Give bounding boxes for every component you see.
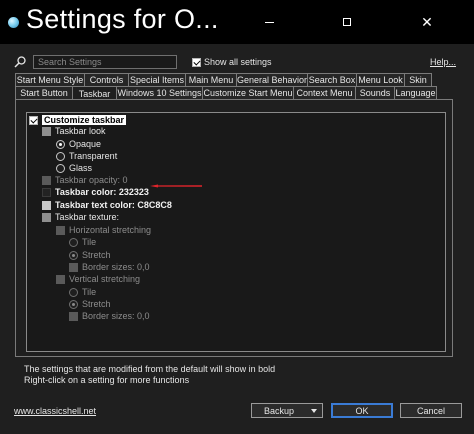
tree-item-taskbar-opacity[interactable]: Taskbar opacity: 0 bbox=[42, 174, 128, 186]
tree-item-vertical-stretching[interactable]: Vertical stretching bbox=[56, 273, 140, 285]
taskbar-texture-label: Taskbar texture: bbox=[55, 212, 120, 222]
vertical-stretching-label: Vertical stretching bbox=[69, 274, 141, 284]
search-icon[interactable] bbox=[13, 55, 27, 69]
ok-button[interactable]: OK bbox=[331, 403, 393, 418]
backup-button[interactable]: Backup bbox=[251, 403, 323, 418]
tree-item-transparent[interactable]: Transparent bbox=[56, 150, 117, 162]
tab-start-button[interactable]: Start Button bbox=[15, 86, 73, 99]
transparent-radio[interactable] bbox=[56, 151, 65, 161]
tab-search-box[interactable]: Search Box bbox=[307, 73, 357, 86]
glass-label: Glass bbox=[69, 163, 93, 173]
opaque-radio[interactable] bbox=[56, 139, 65, 149]
tab-start-menu-style[interactable]: Start Menu Style bbox=[15, 73, 85, 86]
close-button[interactable]: ✕ bbox=[398, 0, 456, 44]
v-border-sizes-label: Border sizes: 0,0 bbox=[82, 311, 150, 321]
tree-item-v-tile[interactable]: Tile bbox=[69, 286, 96, 298]
tab-skin[interactable]: Skin bbox=[404, 73, 432, 86]
maximize-icon bbox=[343, 18, 351, 26]
tree-item-taskbar-look[interactable]: Taskbar look bbox=[42, 125, 106, 137]
setting-icon bbox=[42, 212, 51, 222]
setting-icon bbox=[42, 175, 51, 185]
tab-taskbar[interactable]: Taskbar bbox=[72, 86, 117, 100]
minimize-button[interactable] bbox=[240, 0, 298, 44]
transparent-label: Transparent bbox=[69, 151, 118, 161]
tab-windows-10-settings[interactable]: Windows 10 Settings bbox=[116, 86, 203, 99]
customize-taskbar-label: Customize taskbar bbox=[42, 115, 127, 125]
tree-item-taskbar-color[interactable]: Taskbar color: 232323 bbox=[42, 186, 149, 198]
classic-shell-logo-icon bbox=[8, 17, 19, 28]
footer-note-modified: The settings that are modified from the … bbox=[24, 364, 276, 374]
h-tile-radio[interactable] bbox=[69, 237, 78, 247]
taskbar-look-label: Taskbar look bbox=[55, 126, 106, 136]
chevron-down-icon bbox=[311, 409, 317, 413]
tree-item-glass[interactable]: Glass bbox=[56, 162, 92, 174]
maximize-button[interactable] bbox=[318, 0, 376, 44]
v-tile-label: Tile bbox=[82, 287, 97, 297]
tab-special-items[interactable]: Special Items bbox=[128, 73, 186, 86]
v-stretch-label: Stretch bbox=[82, 299, 111, 309]
taskbar-opacity-label: Taskbar opacity: 0 bbox=[55, 175, 128, 185]
glass-radio[interactable] bbox=[56, 163, 65, 173]
h-border-sizes-label: Border sizes: 0,0 bbox=[82, 262, 150, 272]
tabs-row-1: Start Menu Style Controls Special Items … bbox=[15, 73, 432, 86]
setting-icon bbox=[69, 262, 78, 272]
tab-customize-start-menu[interactable]: Customize Start Menu bbox=[202, 86, 294, 99]
tab-menu-look[interactable]: Menu Look bbox=[356, 73, 405, 86]
h-stretch-radio[interactable] bbox=[69, 250, 78, 260]
h-tile-label: Tile bbox=[82, 237, 97, 247]
tree-item-opaque[interactable]: Opaque bbox=[56, 138, 101, 150]
tab-context-menu[interactable]: Context Menu bbox=[293, 86, 356, 99]
taskbar-color-label: Taskbar color: 232323 bbox=[55, 187, 149, 197]
tab-sounds[interactable]: Sounds bbox=[355, 86, 395, 99]
tab-main-menu[interactable]: Main Menu bbox=[185, 73, 237, 86]
v-stretch-radio[interactable] bbox=[69, 299, 78, 309]
tree-item-taskbar-texture[interactable]: Taskbar texture: bbox=[42, 211, 119, 223]
tab-general-behavior[interactable]: General Behavior bbox=[236, 73, 308, 86]
minimize-icon bbox=[264, 21, 274, 23]
taskbar-text-color-label: Taskbar text color: C8C8C8 bbox=[55, 200, 172, 210]
help-link[interactable]: Help... bbox=[430, 57, 456, 67]
website-link[interactable]: www.classicshell.net bbox=[14, 406, 96, 416]
close-icon: ✕ bbox=[421, 14, 433, 30]
footer-note-right-click: Right-click on a setting for more functi… bbox=[24, 375, 190, 385]
tree-item-v-border-sizes[interactable]: Border sizes: 0,0 bbox=[69, 310, 150, 322]
v-tile-radio[interactable] bbox=[69, 287, 78, 297]
setting-icon bbox=[56, 225, 65, 235]
tree-item-h-tile[interactable]: Tile bbox=[69, 236, 96, 248]
window-title: Settings for O... bbox=[26, 4, 219, 34]
taskbar-color-swatch bbox=[42, 187, 51, 197]
show-all-settings-checkbox[interactable]: Show all settings bbox=[192, 57, 272, 67]
cancel-button[interactable]: Cancel bbox=[400, 403, 462, 418]
annotation-arrow-icon bbox=[150, 184, 202, 188]
tabs-row-2: Start Button Taskbar Windows 10 Settings… bbox=[15, 86, 437, 100]
backup-label: Backup bbox=[264, 405, 295, 416]
search-input[interactable] bbox=[33, 55, 177, 69]
setting-icon bbox=[56, 274, 65, 284]
tree-item-taskbar-text-color[interactable]: Taskbar text color: C8C8C8 bbox=[42, 199, 172, 211]
show-all-checkbox-box[interactable] bbox=[192, 57, 201, 67]
tree-item-horizontal-stretching[interactable]: Horizontal stretching bbox=[56, 224, 151, 236]
opaque-label: Opaque bbox=[69, 139, 102, 149]
tree-item-v-stretch[interactable]: Stretch bbox=[69, 298, 111, 310]
title-bar: Settings for O... ✕ bbox=[0, 0, 474, 44]
tree-item-h-stretch[interactable]: Stretch bbox=[69, 249, 111, 261]
tab-controls[interactable]: Controls bbox=[84, 73, 129, 86]
show-all-label: Show all settings bbox=[204, 57, 272, 67]
horizontal-stretching-label: Horizontal stretching bbox=[69, 225, 152, 235]
settings-tree[interactable]: Customize taskbar Taskbar look Opaque Tr… bbox=[26, 112, 446, 352]
customize-taskbar-checkbox[interactable] bbox=[29, 115, 38, 125]
tree-item-h-border-sizes[interactable]: Border sizes: 0,0 bbox=[69, 261, 150, 273]
tab-language[interactable]: Language bbox=[394, 86, 437, 99]
setting-icon bbox=[42, 126, 51, 136]
h-stretch-label: Stretch bbox=[82, 250, 111, 260]
text-color-swatch bbox=[42, 200, 51, 210]
setting-icon bbox=[69, 311, 78, 321]
